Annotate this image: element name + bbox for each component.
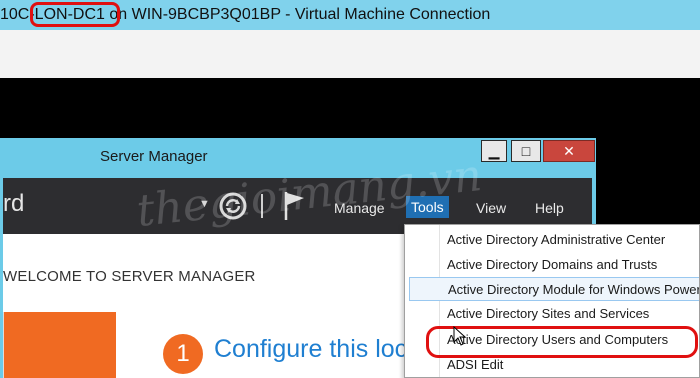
close-icon: ✕ — [563, 142, 575, 159]
welcome-heading: WELCOME TO SERVER MANAGER — [3, 268, 256, 285]
notification-flag-icon[interactable] — [283, 190, 307, 227]
vm-toolbar-area — [0, 30, 700, 79]
refresh-icon[interactable] — [218, 191, 248, 226]
dashboard-title: rd — [3, 190, 25, 217]
close-button[interactable]: ✕ — [543, 140, 595, 162]
window-title: Server Manager — [100, 148, 208, 165]
menu-help[interactable]: Help — [535, 200, 564, 216]
maximize-icon: □ — [521, 143, 531, 159]
quick-start-panel — [3, 312, 116, 378]
menu-view[interactable]: View — [476, 200, 506, 216]
menu-item-ad-domains-trusts[interactable]: Active Directory Domains and Trusts — [409, 253, 699, 277]
mouse-pointer-icon — [453, 325, 467, 351]
chevron-down-icon[interactable]: ▼ — [199, 198, 210, 210]
menu-tools[interactable]: Tools — [406, 196, 449, 218]
red-highlight-annotation — [30, 2, 120, 27]
maximize-button[interactable]: □ — [511, 140, 541, 162]
menu-manage[interactable]: Manage — [334, 200, 385, 216]
menu-item-ad-sites-services[interactable]: Active Directory Sites and Services — [409, 302, 699, 326]
menu-item-ad-administrative-center[interactable]: Active Directory Administrative Center — [409, 228, 699, 252]
header-divider — [261, 194, 263, 218]
menu-item-ad-module-powershell[interactable]: Active Directory Module for Windows Powe… — [409, 277, 699, 301]
server-manager-title-bar[interactable]: Server Manager ▁ □ ✕ — [0, 138, 596, 178]
minimize-icon: ▁ — [488, 142, 500, 159]
configure-server-link[interactable]: Configure this loc — [214, 335, 404, 364]
minimize-button[interactable]: ▁ — [481, 140, 507, 162]
step-number-badge: 1 — [163, 334, 203, 374]
